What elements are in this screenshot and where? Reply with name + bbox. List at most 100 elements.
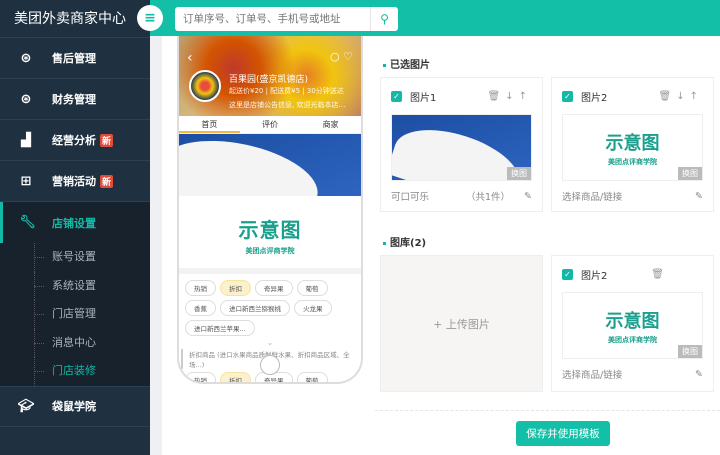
- sidebar-sub-messages[interactable]: 消息中心: [0, 328, 150, 357]
- chip[interactable]: 葡萄: [296, 372, 328, 382]
- search-box: ⚲: [175, 7, 398, 31]
- shop-name: 百果园(盛京凯德店): [229, 75, 309, 85]
- sidebar-sub-decoration[interactable]: 门店装修: [0, 357, 150, 386]
- item-count: （共1件）: [465, 192, 511, 203]
- sidebar-item-analytics[interactable]: ▟ 经营分析新: [0, 120, 150, 161]
- link-text: 可口可乐: [391, 192, 430, 203]
- arrow-up-icon[interactable]: ↑: [519, 91, 532, 102]
- phone-preview: ‹ ○ ♡ 百果园(盛京凯德店) 起送价¥20 | 配送费¥5 | 30分钟送达…: [177, 36, 363, 384]
- card-title: 图片1: [410, 92, 437, 104]
- tab-home[interactable]: 首页: [179, 116, 240, 133]
- swap-image-button[interactable]: 换图: [507, 167, 531, 180]
- sample-subtitle: 美团点评商学院: [245, 247, 295, 255]
- back-icon[interactable]: ‹: [187, 50, 193, 66]
- trash-icon[interactable]: 🗑︎: [651, 269, 669, 280]
- sidebar-item-marketing[interactable]: ⊞ 营销活动新: [0, 161, 150, 202]
- chip[interactable]: 进口新西兰苹果...: [185, 320, 255, 336]
- pencil-icon[interactable]: ✎: [695, 369, 703, 380]
- checkbox-checked[interactable]: ✓: [562, 268, 573, 280]
- chip[interactable]: 进口新西兰猕猴桃: [220, 300, 290, 316]
- arrow-down-icon[interactable]: ↓: [505, 91, 518, 102]
- new-badge: 新: [100, 133, 114, 147]
- chip[interactable]: 奇异果: [255, 280, 293, 296]
- tab-reviews[interactable]: 评价: [240, 116, 301, 133]
- trash-icon[interactable]: 🗑︎: [659, 91, 677, 102]
- library-title: 图库(2): [383, 234, 426, 249]
- chip[interactable]: 热销: [185, 280, 216, 296]
- sample-thumbnail: 示意图 美团点评商学院 换图: [562, 114, 703, 181]
- content-gutter: [150, 36, 162, 455]
- app-title: 美团外卖商家中心: [0, 0, 150, 38]
- upload-image-button[interactable]: + 上传图片: [380, 255, 543, 392]
- sidebar: 美团外卖商家中心 ⊛ 售后管理 ⊛ 财务管理 ▟ 经营分析新 ⊞ 营销活动新 🔧︎ 店铺设…: [0, 0, 150, 455]
- divider: [375, 410, 720, 411]
- chip[interactable]: 热销: [185, 372, 216, 382]
- checkbox-checked[interactable]: ✓: [391, 90, 402, 102]
- category-chips: 热销 折扣 奇异果 葡萄 香蕉 进口新西兰猕猴桃 火龙果 进口新西兰苹果...: [179, 274, 361, 336]
- selected-image-card: ✓ 图片1 🗑︎↓↑ 换图 可口可乐 （共1件） ✎: [380, 77, 543, 212]
- chevron-down-icon[interactable]: ⌄: [179, 338, 361, 347]
- search-input[interactable]: [175, 7, 370, 31]
- link-text[interactable]: 选择商品/链接: [562, 367, 695, 381]
- library-image-card: ✓ 图片2 🗑︎ 示意图 美团点评商学院 换图 选择商品/链接 ✎: [551, 255, 714, 392]
- sidebar-item-label: 店铺设置: [52, 216, 96, 230]
- sidebar-item-label: 售后管理: [52, 52, 96, 65]
- chip[interactable]: 折扣: [220, 280, 251, 296]
- arrow-down-icon[interactable]: ↓: [676, 91, 689, 102]
- card-title: 图片2: [581, 92, 608, 104]
- sample-image: 示意图 美团点评商学院: [179, 202, 361, 274]
- search-button[interactable]: ⚲: [370, 7, 398, 31]
- sample-title: 示意图: [605, 132, 660, 154]
- arrow-up-icon[interactable]: ↑: [690, 91, 703, 102]
- sidebar-sub-account[interactable]: 账号设置: [0, 243, 150, 272]
- crane-banner-image: [179, 134, 361, 196]
- chip[interactable]: 火龙果: [294, 300, 332, 316]
- preview-tabs: 首页 评价 商家: [179, 116, 361, 134]
- graduation-cap-icon: 🎓︎: [17, 398, 35, 414]
- search-favorite-icons: ○ ♡: [330, 50, 353, 63]
- save-and-use-template-button[interactable]: 保存并使用模板: [516, 421, 610, 446]
- chip[interactable]: 葡萄: [296, 280, 328, 296]
- top-header: ≡ ⚲: [137, 0, 720, 36]
- sample-title: 示意图: [238, 218, 302, 242]
- sample-subtitle: 美团点评商学院: [608, 157, 657, 166]
- shop-banner: ‹ ○ ♡ 百果园(盛京凯德店) 起送价¥20 | 配送费¥5 | 30分钟送达…: [179, 36, 361, 116]
- chip[interactable]: 折扣: [220, 372, 251, 382]
- crane-thumbnail: 换图: [391, 114, 532, 181]
- card-title: 图片2: [581, 270, 608, 282]
- selected-images-title: 已选图片: [383, 56, 430, 71]
- shop-avatar: [189, 70, 221, 102]
- sidebar-sub-system[interactable]: 系统设置: [0, 271, 150, 300]
- sidebar-item-finance[interactable]: ⊛ 财务管理: [0, 79, 150, 120]
- sidebar-item-after-sales[interactable]: ⊛ 售后管理: [0, 38, 150, 79]
- link-text[interactable]: 选择商品/链接: [562, 189, 695, 203]
- shop-info: 起送价¥20 | 配送费¥5 | 30分钟送达: [229, 87, 344, 95]
- swap-image-button[interactable]: 换图: [678, 167, 702, 180]
- sample-subtitle: 美团点评商学院: [608, 335, 657, 344]
- yen-circle-icon: ⊛: [20, 91, 32, 107]
- phone-home-button: [260, 355, 280, 375]
- menu-toggle-button[interactable]: ≡: [137, 5, 163, 31]
- search-icon: ⚲: [380, 12, 389, 26]
- gift-icon: ⊞: [20, 173, 32, 189]
- chart-icon: ▟: [21, 132, 31, 148]
- checkbox-checked[interactable]: ✓: [562, 90, 573, 102]
- chip[interactable]: 香蕉: [185, 300, 216, 316]
- pencil-icon[interactable]: ✎: [695, 191, 703, 202]
- new-badge: 新: [100, 174, 114, 188]
- sidebar-sub-store[interactable]: 门店管理: [0, 300, 150, 329]
- sidebar-item-label: 袋鼠学院: [52, 400, 96, 413]
- yen-circle-icon: ⊛: [20, 50, 32, 66]
- sample-thumbnail: 示意图 美团点评商学院 换图: [562, 292, 703, 359]
- trash-icon[interactable]: 🗑︎: [488, 91, 506, 102]
- sidebar-item-label: 经营分析: [52, 134, 96, 147]
- sidebar-item-academy[interactable]: 🎓︎ 袋鼠学院: [0, 385, 150, 427]
- sidebar-item-label: 财务管理: [52, 93, 96, 106]
- shop-note: 这里是店铺公告信息, 欢迎光临本店…: [229, 101, 346, 109]
- pencil-icon[interactable]: ✎: [524, 191, 532, 202]
- sidebar-item-store-settings[interactable]: 🔧︎ 店铺设置: [0, 202, 150, 243]
- tab-merchant[interactable]: 商家: [300, 116, 361, 133]
- sidebar-item-label: 营销活动: [52, 175, 96, 188]
- hamburger-icon: ≡: [144, 10, 156, 26]
- swap-image-button[interactable]: 换图: [678, 345, 702, 358]
